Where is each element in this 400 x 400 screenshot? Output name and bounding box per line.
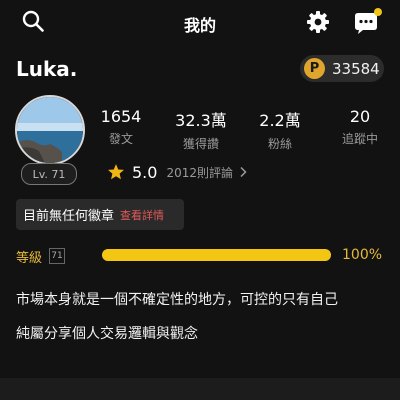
chevron-right-icon xyxy=(240,166,247,178)
level-progress-bar xyxy=(102,249,331,261)
stat-following[interactable]: 20 追蹤中 xyxy=(320,107,400,147)
bio-line: 純屬分享個人交易邏輯與觀念 xyxy=(16,326,198,342)
badge-status-text: 目前無任何徽章 xyxy=(23,209,115,224)
badge-box[interactable]: 目前無任何徽章 查看詳情 xyxy=(16,199,184,230)
bio-line: 市場本身就是一個不確定性的地方，可控的只有自己 xyxy=(16,292,338,308)
gear-icon[interactable] xyxy=(306,10,330,34)
stat-value: 20 xyxy=(349,107,371,126)
level-number: 71 xyxy=(49,248,65,264)
rating-count: 2012則評論 xyxy=(166,165,233,180)
chat-icon[interactable] xyxy=(352,8,382,36)
username: Luka. xyxy=(16,57,78,81)
stat-value: 2.2萬 xyxy=(259,111,301,130)
stat-likes[interactable]: 32.3萬 獲得讚 xyxy=(161,107,241,152)
rating-value: 5.0 xyxy=(132,162,158,182)
level-badge: Lv. 71 xyxy=(21,163,77,185)
stat-label: 發文 xyxy=(108,132,133,146)
stat-label: 粉絲 xyxy=(267,137,292,151)
stat-value: 32.3萬 xyxy=(175,111,227,130)
level-progress-fill xyxy=(102,249,331,261)
star-icon xyxy=(108,164,124,180)
badge-details-link[interactable]: 查看詳情 xyxy=(120,207,164,223)
level-progress-text: 100% xyxy=(342,247,383,263)
coin-value: 33584 xyxy=(332,59,380,78)
stat-value: 1654 xyxy=(100,107,142,126)
rating-row[interactable]: 5.0 2012則評論 xyxy=(107,162,247,182)
coin-icon: P xyxy=(304,58,325,79)
stat-label: 獲得讚 xyxy=(182,137,219,151)
stat-label: 追蹤中 xyxy=(341,132,378,146)
page-title: 我的 xyxy=(183,16,216,35)
avatar[interactable] xyxy=(15,95,85,165)
stat-followers[interactable]: 2.2萬 粉絲 xyxy=(240,107,320,152)
top-bar: 我的 xyxy=(0,0,400,46)
bottom-divider xyxy=(0,378,400,400)
notification-dot xyxy=(374,8,382,16)
level-label: 等級 xyxy=(16,251,43,266)
coin-balance[interactable]: P 33584 xyxy=(300,55,384,82)
stat-posts[interactable]: 1654 發文 xyxy=(81,107,161,147)
